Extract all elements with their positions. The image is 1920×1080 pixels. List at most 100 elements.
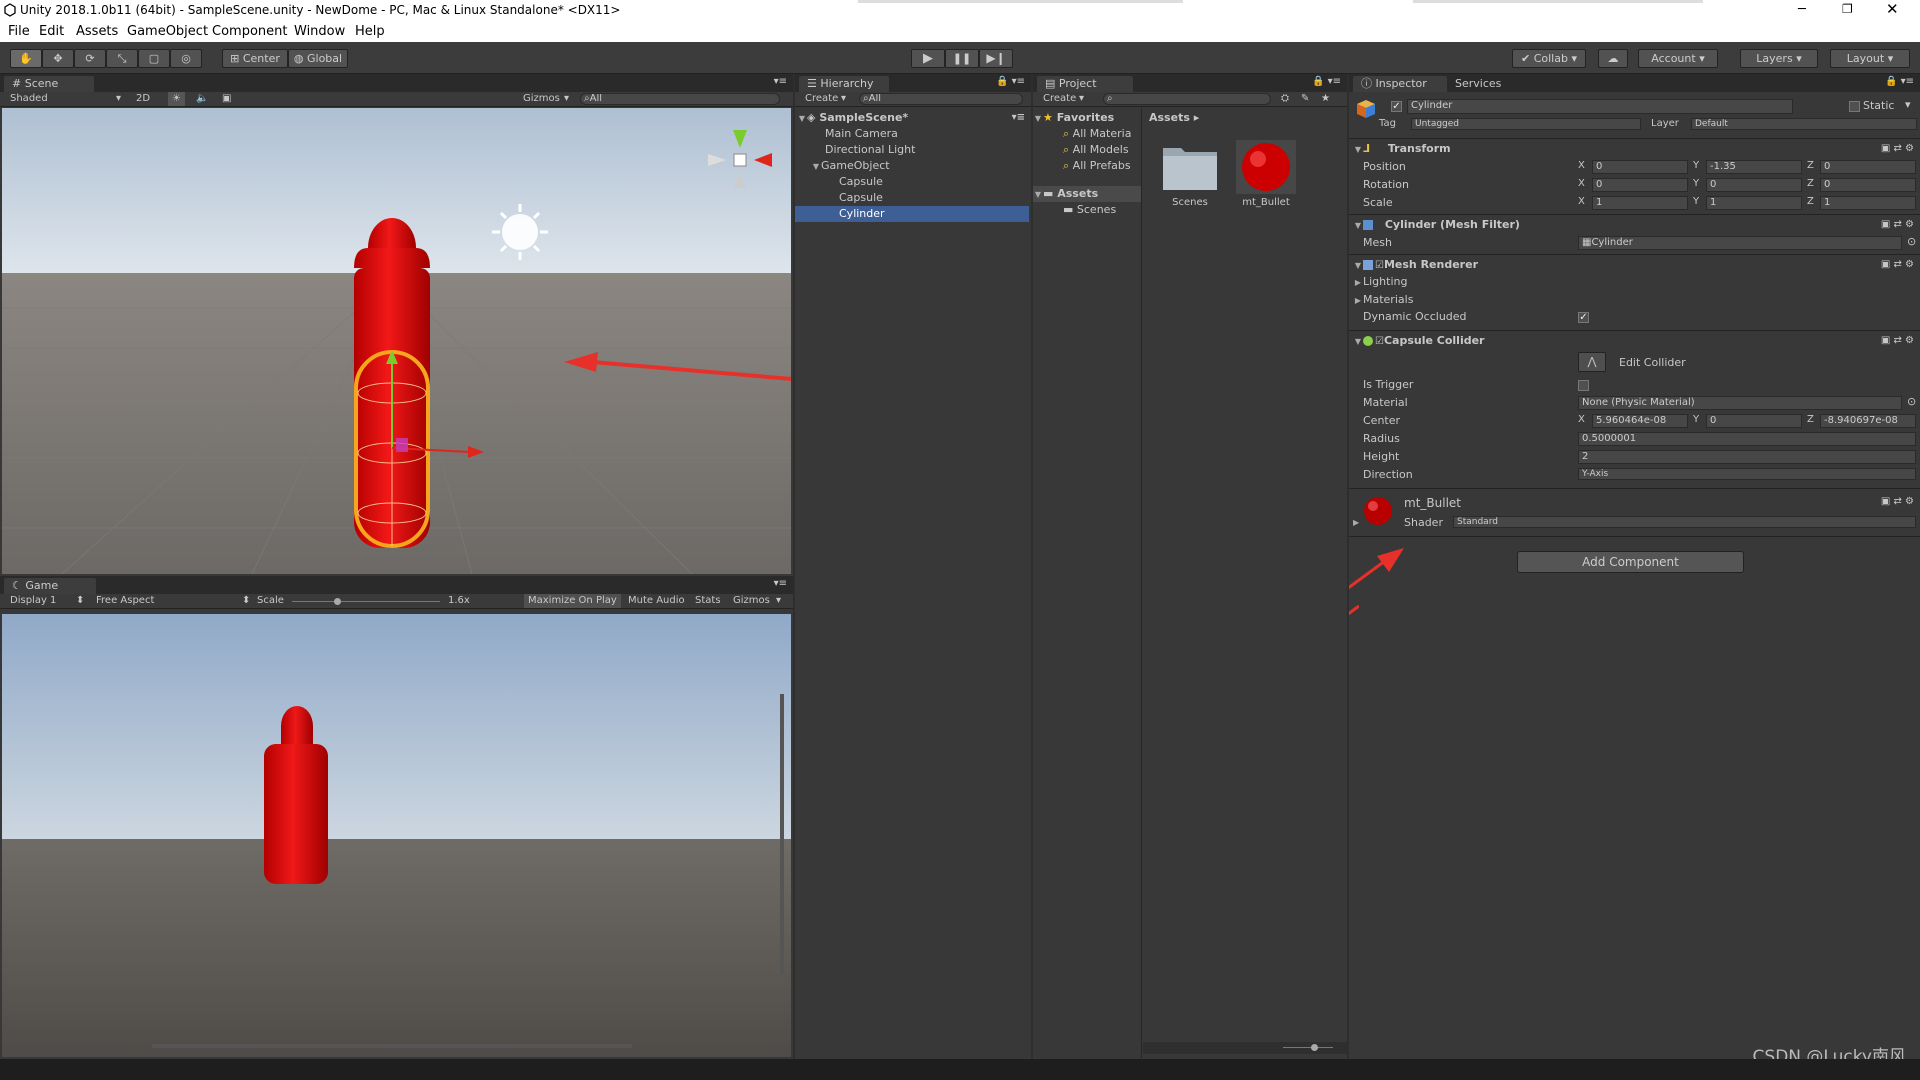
gizmos-dropdown[interactable]: Gizmos	[523, 92, 560, 106]
favorite-all-materials[interactable]: ⌕ All Materia	[1033, 126, 1141, 142]
component-menu-icons[interactable]: ▣ ⇄ ⚙	[1881, 215, 1914, 235]
game-gizmos-toggle[interactable]: Gizmos	[733, 594, 770, 608]
tab-inspector[interactable]: ⓘ Inspector	[1353, 76, 1447, 92]
favorite-all-models[interactable]: ⌕ All Models	[1033, 142, 1141, 158]
effects-toggle-icon[interactable]: ▣	[222, 92, 231, 106]
object-name-field[interactable]: Cylinder	[1407, 99, 1793, 114]
panel-menu-icon[interactable]: ▾≡	[774, 578, 787, 589]
scale-tool-button[interactable]: ⤡	[106, 49, 138, 68]
hierarchy-create-dropdown[interactable]: Create	[805, 92, 838, 106]
menu-window[interactable]: Window	[294, 24, 345, 39]
component-menu-icons[interactable]: ▣ ⇄ ⚙	[1881, 331, 1914, 351]
project-search-input[interactable]: ⌕	[1103, 93, 1271, 105]
panel-menu-icon[interactable]: 🔒 ▾≡	[1312, 76, 1341, 87]
display-dropdown[interactable]: Display 1	[10, 594, 56, 608]
hierarchy-item-capsule[interactable]: Capsule	[795, 174, 1031, 190]
rotation-y-field[interactable]: 0	[1706, 178, 1802, 192]
tag-dropdown[interactable]: Untagged	[1411, 118, 1641, 130]
hierarchy-item-capsule[interactable]: Capsule	[795, 190, 1031, 206]
expand-triangle-icon[interactable]: ▼	[1353, 216, 1363, 236]
expand-triangle-icon[interactable]: ▼	[1353, 332, 1363, 352]
minimize-icon[interactable]: ─	[1798, 2, 1806, 17]
pivot-global-button[interactable]: ◍ Global	[288, 49, 348, 68]
hand-tool-button[interactable]: ✋	[10, 49, 42, 68]
shaded-dropdown[interactable]: Shaded	[10, 92, 48, 106]
component-menu-icons[interactable]: ▣ ⇄ ⚙	[1881, 496, 1914, 507]
tab-hierarchy[interactable]: ☰ Hierarchy	[799, 76, 889, 92]
aspect-dropdown[interactable]: Free Aspect	[96, 594, 154, 608]
transform-header[interactable]: ▼ ⅃ Transform ▣ ⇄ ⚙	[1349, 138, 1920, 158]
object-picker-icon[interactable]: ⊙	[1907, 395, 1916, 408]
height-field[interactable]: 2	[1578, 450, 1916, 464]
asset-mt-bullet[interactable]: mt_Bullet	[1236, 140, 1296, 216]
enabled-check-icon[interactable]: ☑	[1375, 336, 1384, 347]
menu-component[interactable]: Component	[212, 24, 287, 39]
panel-menu-icon[interactable]: ▾≡	[774, 76, 787, 87]
hierarchy-item-main-camera[interactable]: Main Camera	[795, 126, 1031, 142]
materials-foldout[interactable]: ▶ Materials	[1349, 292, 1920, 308]
scale-y-field[interactable]: 1	[1706, 196, 1802, 210]
expand-triangle-icon[interactable]: ▼	[1353, 140, 1363, 160]
rotation-z-field[interactable]: 0	[1820, 178, 1916, 192]
audio-toggle-icon[interactable]: 🔈	[196, 92, 208, 106]
icon-size-slider[interactable]	[1283, 1047, 1333, 1048]
restore-icon[interactable]: ❐	[1842, 2, 1853, 16]
scale-z-field[interactable]: 1	[1820, 196, 1916, 210]
2d-toggle[interactable]: 2D	[136, 92, 150, 106]
pivot-center-button[interactable]: ⊞ Center	[222, 49, 288, 68]
tab-project[interactable]: ▤ Project	[1037, 76, 1133, 92]
game-scrollbar[interactable]	[780, 694, 784, 974]
layers-dropdown[interactable]: Layers ▾	[1740, 49, 1818, 68]
scale-x-field[interactable]: 1	[1592, 196, 1688, 210]
assets-root[interactable]: ▼ ▬ Assets	[1033, 186, 1141, 202]
hierarchy-search-input[interactable]: ⌕All	[859, 93, 1023, 105]
rotate-tool-button[interactable]: ⟳	[74, 49, 106, 68]
rect-tool-button[interactable]: ▢	[138, 49, 170, 68]
expand-triangle-icon[interactable]: ▼	[1033, 187, 1043, 203]
cloud-button[interactable]: ☁	[1598, 49, 1628, 68]
menu-file[interactable]: File	[8, 24, 30, 39]
layer-dropdown[interactable]: Default	[1691, 118, 1917, 130]
asset-scenes-folder[interactable]: Scenes	[1161, 140, 1219, 216]
close-icon[interactable]: ✕	[1886, 0, 1899, 18]
collab-dropdown[interactable]: ✔ Collab ▾	[1512, 49, 1586, 68]
position-x-field[interactable]: 0	[1592, 160, 1688, 174]
mesh-renderer-header[interactable]: ▼ ☑Mesh Renderer ▣ ⇄ ⚙	[1349, 254, 1920, 274]
expand-triangle-icon[interactable]: ▼	[811, 159, 821, 175]
mesh-filter-header[interactable]: ▼ Cylinder (Mesh Filter) ▣ ⇄ ⚙	[1349, 214, 1920, 234]
add-component-button[interactable]: Add Component	[1517, 551, 1744, 573]
component-menu-icons[interactable]: ▣ ⇄ ⚙	[1881, 255, 1914, 275]
game-hscrollbar[interactable]	[152, 1044, 632, 1048]
maximize-on-play-toggle[interactable]: Maximize On Play	[524, 594, 621, 608]
position-z-field[interactable]: 0	[1820, 160, 1916, 174]
icon-size-slider-thumb[interactable]	[1311, 1044, 1318, 1051]
tab-scene[interactable]: # Scene	[4, 76, 94, 92]
hierarchy-item-cylinder-selected[interactable]: Cylinder	[795, 206, 1029, 222]
rotation-x-field[interactable]: 0	[1592, 178, 1688, 192]
hierarchy-item-directional-light[interactable]: Directional Light	[795, 142, 1031, 158]
hierarchy-item-gameobject[interactable]: ▼ GameObject	[795, 158, 1031, 174]
static-checkbox[interactable]	[1849, 101, 1860, 112]
panel-menu-icon[interactable]: 🔒 ▾≡	[996, 76, 1025, 87]
menu-assets[interactable]: Assets	[76, 24, 118, 39]
transform-tool-button[interactable]: ◎	[170, 49, 202, 68]
shader-dropdown[interactable]: Standard	[1453, 516, 1916, 528]
scene-menu-icon[interactable]: ▾≡	[1012, 110, 1025, 126]
collapsed-triangle-icon[interactable]: ▶	[1353, 518, 1359, 527]
active-checkbox[interactable]: ✓	[1391, 101, 1402, 112]
position-y-field[interactable]: -1.35	[1706, 160, 1802, 174]
radius-field[interactable]: 0.5000001	[1578, 432, 1916, 446]
lighting-foldout[interactable]: ▶ Lighting	[1349, 274, 1920, 290]
game-viewport[interactable]	[2, 614, 791, 1057]
capsule-collider-header[interactable]: ▼ ☑Capsule Collider ▣ ⇄ ⚙	[1349, 330, 1920, 350]
filter-label-icon[interactable]: ✎	[1301, 92, 1309, 106]
menu-edit[interactable]: Edit	[39, 24, 64, 39]
favorite-all-prefabs[interactable]: ⌕ All Prefabs	[1033, 158, 1141, 174]
menu-gameobject[interactable]: GameObject	[127, 24, 208, 39]
scene-root-item[interactable]: ▼ ◈ SampleScene* ▾≡	[795, 110, 1031, 126]
pause-button[interactable]: ❚❚	[945, 49, 979, 68]
center-x-field[interactable]: 5.960464e-08	[1592, 414, 1688, 428]
tab-game[interactable]: ☾ Game	[4, 578, 96, 594]
scale-slider-thumb[interactable]	[334, 598, 341, 605]
favorites-root[interactable]: ▼ ★ Favorites	[1033, 110, 1141, 126]
